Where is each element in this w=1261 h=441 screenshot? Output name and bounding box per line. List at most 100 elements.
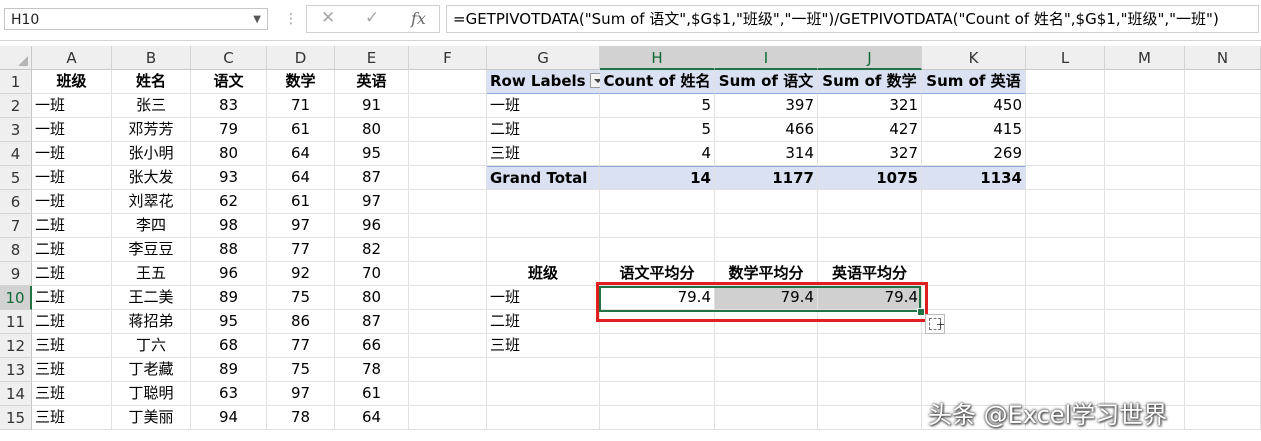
row-header-9[interactable]: 9 [0,262,32,286]
source-data-cell[interactable]: 二班 [32,238,112,262]
source-header-cell[interactable]: 班级 [32,70,112,94]
empty-cell[interactable] [409,406,487,430]
pivot-header-cell[interactable]: Count of 姓名 [600,70,715,94]
source-data-cell[interactable]: 三班 [32,406,112,430]
empty-cell[interactable] [409,334,487,358]
source-data-cell[interactable]: 64 [267,166,335,190]
source-data-cell[interactable]: 61 [267,190,335,214]
source-data-cell[interactable]: 李四 [112,214,191,238]
empty-cell[interactable] [1026,118,1105,142]
pivot-total-cell[interactable]: 14 [600,166,715,190]
empty-cell[interactable] [1185,118,1261,142]
source-data-cell[interactable]: 97 [267,214,335,238]
empty-cell[interactable] [1026,142,1105,166]
select-all-button[interactable] [0,46,32,70]
empty-cell[interactable] [1026,310,1105,334]
column-header-m[interactable]: M [1105,46,1185,70]
empty-cell[interactable] [1105,118,1185,142]
pivot-data-cell[interactable]: 4 [600,142,715,166]
source-data-cell[interactable]: 79 [191,118,267,142]
avg-value-cell[interactable] [715,334,818,358]
source-data-cell[interactable]: 一班 [32,166,112,190]
column-header-k[interactable]: K [922,46,1026,70]
avg-value-cell[interactable] [600,334,715,358]
empty-cell[interactable] [487,382,600,406]
empty-cell[interactable] [1185,262,1261,286]
empty-cell[interactable] [1026,166,1105,190]
source-data-cell[interactable]: 61 [335,382,409,406]
empty-cell[interactable] [600,406,715,430]
pivot-data-cell[interactable]: 427 [818,118,922,142]
row-header-1[interactable]: 1 [0,70,32,94]
avg-label-cell[interactable]: 三班 [487,334,600,358]
source-data-cell[interactable]: 95 [191,310,267,334]
row-header-6[interactable]: 6 [0,190,32,214]
pivot-total-cell[interactable]: 1134 [922,166,1026,190]
empty-cell[interactable] [487,238,600,262]
source-data-cell[interactable]: 刘翠花 [112,190,191,214]
formula-bar-grip-icon[interactable]: ⋮ [284,9,298,29]
empty-cell[interactable] [715,214,818,238]
pivot-data-cell[interactable]: 5 [600,94,715,118]
row-header-7[interactable]: 7 [0,214,32,238]
source-data-cell[interactable]: 张三 [112,94,191,118]
source-data-cell[interactable]: 71 [267,94,335,118]
source-data-cell[interactable]: 一班 [32,94,112,118]
empty-cell[interactable] [1105,70,1185,94]
empty-cell[interactable] [1185,406,1261,430]
empty-cell[interactable] [1185,238,1261,262]
source-data-cell[interactable]: 邓芳芳 [112,118,191,142]
pivot-total-cell[interactable]: Grand Total [487,166,600,190]
source-data-cell[interactable]: 一班 [32,190,112,214]
empty-cell[interactable] [1185,334,1261,358]
source-data-cell[interactable]: 三班 [32,358,112,382]
empty-cell[interactable] [1185,358,1261,382]
empty-cell[interactable] [1026,238,1105,262]
empty-cell[interactable] [1185,70,1261,94]
name-box[interactable]: H10 ▼ [4,8,268,30]
fill-handle[interactable] [917,308,925,316]
source-data-cell[interactable]: 95 [335,142,409,166]
source-data-cell[interactable]: 丁美丽 [112,406,191,430]
source-data-cell[interactable]: 97 [267,382,335,406]
pivot-data-cell[interactable]: 一班 [487,94,600,118]
empty-cell[interactable] [818,190,922,214]
empty-cell[interactable] [487,358,600,382]
empty-cell[interactable] [600,238,715,262]
empty-cell[interactable] [818,214,922,238]
empty-cell[interactable] [409,214,487,238]
row-header-5[interactable]: 5 [0,166,32,190]
avg-label-cell[interactable]: 一班 [487,286,600,310]
source-data-cell[interactable]: 二班 [32,214,112,238]
source-data-cell[interactable]: 二班 [32,286,112,310]
empty-cell[interactable] [600,214,715,238]
pivot-data-cell[interactable]: 321 [818,94,922,118]
empty-cell[interactable] [818,406,922,430]
pivot-data-cell[interactable]: 三班 [487,142,600,166]
pivot-header-cell[interactable]: Sum of 英语 [922,70,1026,94]
empty-cell[interactable] [1105,262,1185,286]
row-header-14[interactable]: 14 [0,382,32,406]
source-data-cell[interactable]: 64 [267,142,335,166]
source-data-cell[interactable]: 蒋招弟 [112,310,191,334]
empty-cell[interactable] [1105,310,1185,334]
source-data-cell[interactable]: 97 [335,190,409,214]
quick-analysis-icon[interactable] [925,314,945,334]
empty-cell[interactable] [409,358,487,382]
pivot-total-cell[interactable]: 1177 [715,166,818,190]
source-data-cell[interactable]: 77 [267,238,335,262]
formula-input[interactable]: =GETPIVOTDATA("Sum of 语文",$G$1,"班级","一班"… [446,5,1259,33]
source-data-cell[interactable]: 70 [335,262,409,286]
empty-cell[interactable] [600,190,715,214]
pivot-data-cell[interactable]: 327 [818,142,922,166]
source-data-cell[interactable]: 77 [267,334,335,358]
source-data-cell[interactable]: 王五 [112,262,191,286]
empty-cell[interactable] [922,214,1026,238]
empty-cell[interactable] [1026,262,1105,286]
source-data-cell[interactable]: 一班 [32,118,112,142]
row-header-15[interactable]: 15 [0,406,32,430]
column-header-j[interactable]: J [818,46,922,70]
empty-cell[interactable] [1105,238,1185,262]
source-data-cell[interactable]: 82 [335,238,409,262]
empty-cell[interactable] [1026,190,1105,214]
